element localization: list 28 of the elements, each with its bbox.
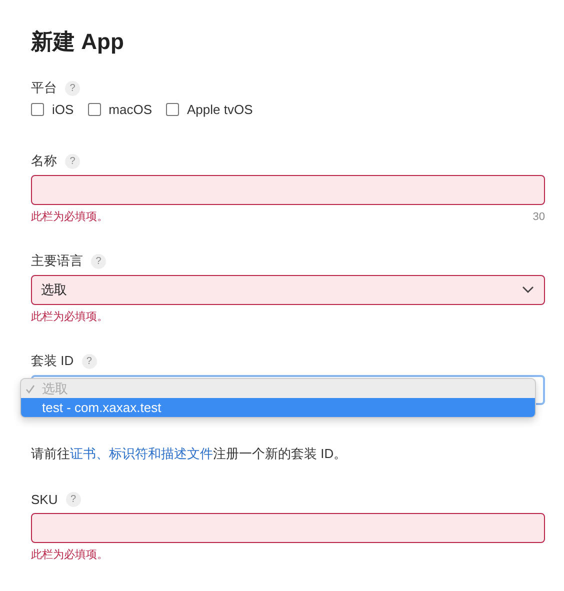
select-field[interactable]: 选取 [31,275,545,305]
checkbox[interactable] [88,103,101,116]
help-icon[interactable]: ? [65,154,80,168]
checkbox[interactable] [31,103,44,116]
error-message: 此栏为必填项。 [31,310,108,325]
checkbox[interactable] [166,103,180,116]
certificates-link[interactable]: 证书、标识符和描述文件 [70,446,213,461]
help-icon[interactable]: ? [91,254,106,268]
checkbox-label: Apple tvOS [187,102,253,117]
error-message: 此栏为必填项。 [31,548,108,563]
input-field[interactable] [31,513,545,543]
page-title: 新建 App [31,28,125,56]
menu-item[interactable]: test - com.xaxax.test [21,398,535,417]
field-label: SKU [31,492,58,506]
character-counter: 30 [532,210,545,225]
help-icon[interactable]: ? [82,354,97,368]
chevron-down-icon [522,286,534,294]
field-label: 主要语言 [31,252,83,270]
help-icon[interactable]: ? [65,80,80,96]
checkbox-label: iOS [52,102,74,117]
checkbox-label: macOS [108,102,152,117]
field-label: 平台 [31,79,57,97]
field-label: 名称 [31,152,57,170]
help-icon[interactable]: ? [66,492,81,506]
field-label: 套装 ID [31,352,74,370]
help-text: 请前往证书、标识符和描述文件注册一个新的套装 ID。 [31,445,348,463]
input-field[interactable] [31,175,545,205]
error-message: 此栏为必填项。 [31,210,108,225]
